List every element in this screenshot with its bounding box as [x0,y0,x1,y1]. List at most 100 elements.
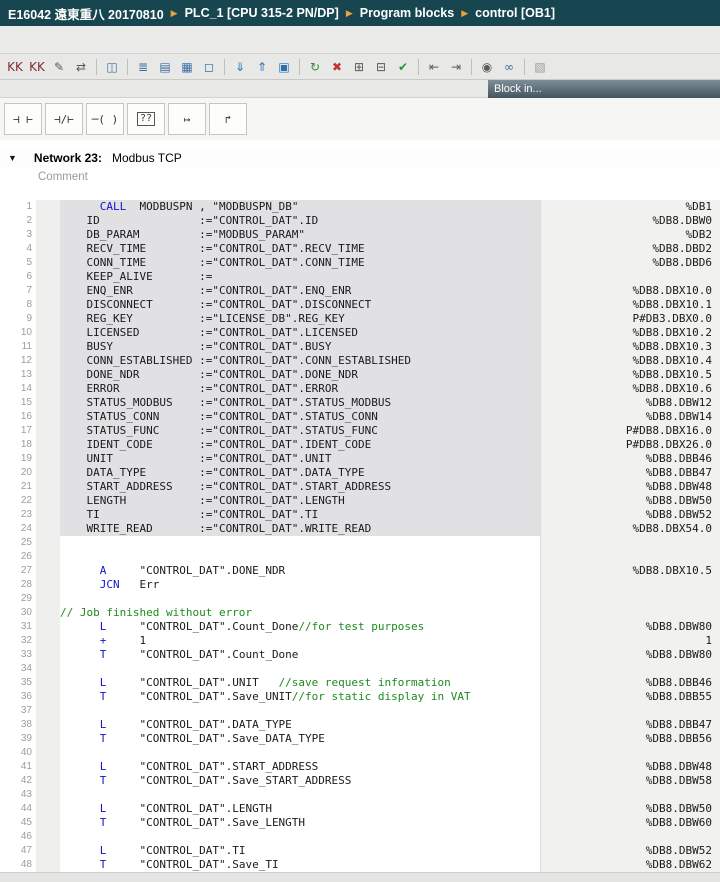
code-line[interactable]: 28 JCN Err [0,578,720,592]
breadcrumb-item[interactable]: E16042 遠東重八 20170810 [8,4,164,23]
edit-rungs-icon[interactable]: ✎ [49,57,69,77]
expand-all-networks-icon[interactable]: ▤ [155,57,175,77]
code-line[interactable]: 26 [0,550,720,564]
no-contact-icon: ⊣ ⊢ [13,113,33,126]
comments-toggle-icon[interactable]: ◻ [199,57,219,77]
code-line[interactable]: 38 L "CONTROL_DAT".DATA_TYPE%DB8.DBB47 [0,718,720,732]
code-line[interactable]: 39 T "CONTROL_DAT".Save_DATA_TYPE%DB8.DB… [0,732,720,746]
code-area[interactable]: 1 CALL MODBUSPN , "MODBUSPN_DB"%DB12 ID … [0,200,720,872]
code-line[interactable]: 10 LICENSED :="CONTROL_DAT".LICENSED%DB8… [0,326,720,340]
code-token: KEEP_ALIVE := [60,270,212,283]
code-line[interactable]: 17 STATUS_FUNC :="CONTROL_DAT".STATUS_FU… [0,424,720,438]
code-line[interactable]: 22 LENGTH :="CONTROL_DAT".LENGTH%DB8.DBW… [0,494,720,508]
code-line[interactable]: 33 T "CONTROL_DAT".Count_Done%DB8.DBW80 [0,648,720,662]
code-line[interactable]: 16 STATUS_CONN :="CONTROL_DAT".STATUS_CO… [0,410,720,424]
symbolic-operands-icon[interactable]: ⇥ [446,57,466,77]
code-line[interactable]: 14 ERROR :="CONTROL_DAT".ERROR%DB8.DBX10… [0,382,720,396]
open-branch-button[interactable]: ↦ [168,103,206,135]
code-line[interactable]: 32 + 11 [0,634,720,648]
code-line[interactable]: 41 L "CONTROL_DAT".START_ADDRESS%DB8.DBW… [0,760,720,774]
toolbar-separator [224,59,225,75]
code-line[interactable]: 35 L "CONTROL_DAT".UNIT //save request i… [0,676,720,690]
paste-icon[interactable]: ◫ [102,57,122,77]
code-line[interactable]: 21 START_ADDRESS :="CONTROL_DAT".START_A… [0,480,720,494]
line-number: 14 [0,382,36,396]
horizontal-scrollbar[interactable] [0,872,720,882]
code-line[interactable]: 42 T "CONTROL_DAT".Save_START_ADDRESS%DB… [0,774,720,788]
code-line[interactable]: 6 KEEP_ALIVE := [0,270,720,284]
network-header[interactable]: ▼ Network 23: Modbus TCP [0,148,720,167]
coil-button[interactable]: ─( ) [86,103,124,135]
insert-row-icon[interactable]: ⊞ [349,57,369,77]
network-list-icon[interactable]: ≣ [133,57,153,77]
code-line[interactable]: 9 REG_KEY :="LICENSE_DB".REG_KEYP#DB3.DB… [0,312,720,326]
code-line[interactable]: 25 [0,536,720,550]
go-online-icon[interactable]: ◉ [477,57,497,77]
code-line[interactable]: 3 DB_PARAM :="MODBUS_PARAM"%DB2 [0,228,720,242]
code-line[interactable]: 37 [0,704,720,718]
code-line[interactable]: 29 [0,592,720,606]
code-line[interactable]: 4 RECV_TIME :="CONTROL_DAT".RECV_TIME%DB… [0,242,720,256]
code-line[interactable]: 27 A "CONTROL_DAT".DONE_NDR%DB8.DBX10.5 [0,564,720,578]
delete-row-icon[interactable]: ⊟ [371,57,391,77]
block-interface-header[interactable]: Block in... [488,80,720,98]
collapse-network-icon[interactable]: ▼ [8,153,17,163]
empty-box-button[interactable]: ?? [127,103,165,135]
code-text: STATUS_MODBUS :="CONTROL_DAT".STATUS_MOD… [60,396,540,410]
rewire-icon[interactable]: ⇄ [71,57,91,77]
code-token [60,774,100,787]
snapshot-icon[interactable]: ▣ [274,57,294,77]
network-comment[interactable]: Comment [0,167,720,197]
code-line[interactable]: 23 TI :="CONTROL_DAT".TI%DB8.DBW52 [0,508,720,522]
code-line[interactable]: 40 [0,746,720,760]
code-line[interactable]: 47 L "CONTROL_DAT".TI%DB8.DBW52 [0,844,720,858]
operand-address: %DB8.DBB56 [540,732,720,746]
code-line[interactable]: 2 ID :="CONTROL_DAT".ID%DB8.DBW0 [0,214,720,228]
sync-values-icon[interactable]: ↻ [305,57,325,77]
absolute-operands-icon[interactable]: ⇤ [424,57,444,77]
block-interface-spacer [0,80,488,98]
code-gutter [36,718,60,732]
code-line[interactable]: 1 CALL MODBUSPN , "MODBUSPN_DB"%DB1 [0,200,720,214]
accept-icon[interactable]: ✔ [393,57,413,77]
code-line[interactable]: 20 DATA_TYPE :="CONTROL_DAT".DATA_TYPE%D… [0,466,720,480]
code-line[interactable]: 19 UNIT :="CONTROL_DAT".UNIT%DB8.DBB46 [0,452,720,466]
code-line[interactable]: 8 DISCONNECT :="CONTROL_DAT".DISCONNECT%… [0,298,720,312]
code-line[interactable]: 36 T "CONTROL_DAT".Save_UNIT//for static… [0,690,720,704]
code-line[interactable]: 44 L "CONTROL_DAT".LENGTH%DB8.DBW50 [0,802,720,816]
download-to-device-icon[interactable]: ⇓ [230,57,250,77]
no-contact-button[interactable]: ⊣ ⊢ [4,103,42,135]
code-line[interactable]: 48 T "CONTROL_DAT".Save_TI%DB8.DBW62 [0,858,720,872]
breadcrumb-item[interactable]: Program blocks [360,6,454,20]
block-properties-icon[interactable]: ▧ [530,57,550,77]
breadcrumb-item[interactable]: control [OB1] [475,6,555,20]
code-line[interactable]: 15 STATUS_MODBUS :="CONTROL_DAT".STATUS_… [0,396,720,410]
monitor-icon[interactable]: ∞ [499,57,519,77]
code-line[interactable]: 12 CONN_ESTABLISHED :="CONTROL_DAT".CONN… [0,354,720,368]
nc-contact-button[interactable]: ⊣/⊢ [45,103,83,135]
collapse-all-networks-icon[interactable]: ▦ [177,57,197,77]
code-line[interactable]: 7 ENQ_ENR :="CONTROL_DAT".ENQ_ENR%DB8.DB… [0,284,720,298]
network-title[interactable]: Modbus TCP [112,151,182,165]
upload-from-device-icon[interactable]: ⇑ [252,57,272,77]
code-line[interactable]: 31 L "CONTROL_DAT".Count_Done//for test … [0,620,720,634]
code-line[interactable]: 34 [0,662,720,676]
code-line[interactable]: 13 DONE_NDR :="CONTROL_DAT".DONE_NDR%DB8… [0,368,720,382]
code-line[interactable]: 5 CONN_TIME :="CONTROL_DAT".CONN_TIME%DB… [0,256,720,270]
cancel-icon[interactable]: ✖ [327,57,347,77]
code-text [60,704,540,718]
insert-comment-network-icon[interactable]: KK [27,57,47,77]
code-line[interactable]: 11 BUSY :="CONTROL_DAT".BUSY%DB8.DBX10.3 [0,340,720,354]
close-branch-button[interactable]: ↱ [209,103,247,135]
code-line[interactable]: 45 T "CONTROL_DAT".Save_LENGTH%DB8.DBW60 [0,816,720,830]
code-line[interactable]: 43 [0,788,720,802]
code-line[interactable]: 46 [0,830,720,844]
code-line[interactable]: 24 WRITE_READ :="CONTROL_DAT".WRITE_READ… [0,522,720,536]
insert-network-icon[interactable]: KK [5,57,25,77]
breadcrumb-item[interactable]: PLC_1 [CPU 315-2 PN/DP] [185,6,339,20]
code-text: L "CONTROL_DAT".START_ADDRESS [60,760,540,774]
code-token [60,564,100,577]
code-token: "CONTROL_DAT".TI [106,844,245,857]
code-line[interactable]: 30// Job finished without error [0,606,720,620]
code-line[interactable]: 18 IDENT_CODE :="CONTROL_DAT".IDENT_CODE… [0,438,720,452]
